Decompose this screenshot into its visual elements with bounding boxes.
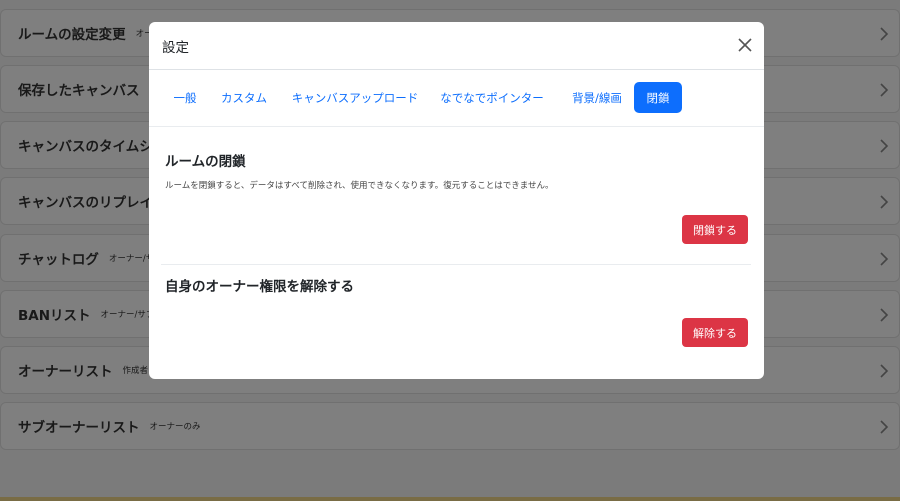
release-owner-button[interactable]: 解除する — [682, 318, 748, 347]
tab-close-room[interactable]: 閉鎖 — [634, 82, 682, 113]
modal-header: 設定 — [149, 22, 764, 70]
tab-canvas-upload[interactable]: キャンバスアップロード — [285, 82, 425, 113]
close-room-title: ルームの閉鎖 — [165, 154, 246, 170]
modal-title: 設定 — [162, 39, 189, 56]
settings-modal: 設定 一般 カスタム キャンバスアップロード なでなでポインター 背景/線画 閉… — [149, 22, 764, 379]
close-room-button[interactable]: 閉鎖する — [682, 215, 748, 244]
close-icon[interactable] — [738, 38, 752, 52]
close-room-description: ルームを閉鎖すると、データはすべて削除され、使用できなくなります。復元することは… — [165, 181, 554, 191]
section-divider — [161, 264, 751, 265]
settings-tabs: 一般 カスタム キャンバスアップロード なでなでポインター 背景/線画 閉鎖 — [149, 70, 764, 127]
release-owner-title: 自身のオーナー権限を解除する — [165, 279, 354, 295]
tab-general[interactable]: 一般 — [166, 82, 204, 113]
tab-nade-pointer[interactable]: なでなでポインター — [435, 82, 549, 113]
tab-background-lineart[interactable]: 背景/線画 — [565, 82, 629, 113]
tab-custom[interactable]: カスタム — [213, 82, 275, 113]
